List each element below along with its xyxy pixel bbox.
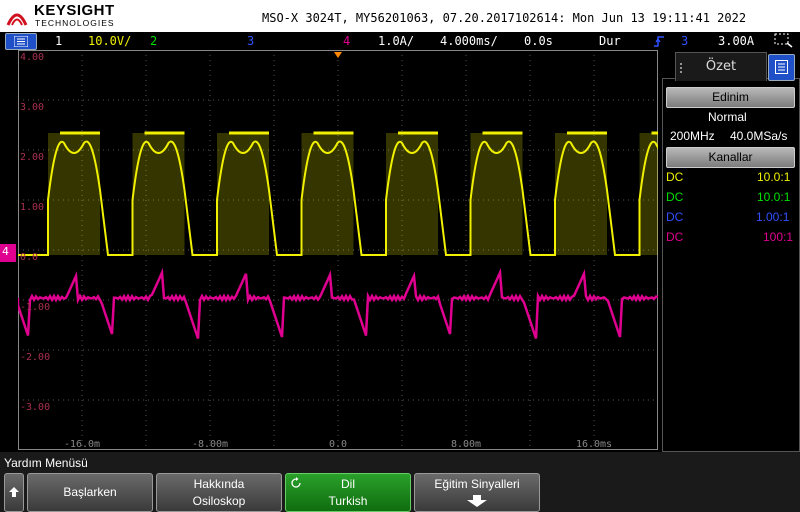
x-tick-label: -16.0m bbox=[64, 439, 100, 450]
brand-name: KEYSIGHT bbox=[34, 2, 115, 19]
sample-rate: 40.0MSa/s bbox=[730, 129, 788, 143]
acquisition-mode: Normal bbox=[708, 110, 747, 124]
run-mode[interactable]: Dur bbox=[599, 34, 621, 48]
ch4-coupling: DC bbox=[666, 230, 684, 244]
trigger-source[interactable]: 3 bbox=[681, 34, 688, 48]
ch4-number[interactable]: 4 bbox=[343, 34, 350, 48]
language-value: Turkish bbox=[328, 494, 368, 508]
instrument-title: MSO-X 3024T, MY56201063, 07.20.201710261… bbox=[262, 11, 747, 25]
timebase[interactable]: 4.000ms/ bbox=[440, 34, 498, 48]
bandwidth: 200MHz bbox=[670, 129, 715, 143]
trigger-edge-icon bbox=[654, 36, 664, 47]
y-tick-label: 3.00 bbox=[20, 102, 44, 113]
tab-summary[interactable]: Özet bbox=[675, 52, 767, 81]
training-signals-label: Eğitim Sinyalleri bbox=[434, 477, 520, 491]
tab-grip-icon bbox=[680, 63, 682, 73]
ch2-number[interactable]: 2 bbox=[150, 34, 157, 48]
ch3-number[interactable]: 3 bbox=[247, 34, 254, 48]
ch2-probe: 10.0:1 bbox=[757, 190, 791, 204]
summary-sidebar: Edinim Normal 200MHz 40.0MSa/s Kanallar … bbox=[660, 50, 800, 452]
y-tick-label: -2.00 bbox=[20, 352, 50, 363]
acquisition-button[interactable]: Edinim bbox=[666, 87, 795, 108]
training-signals-button[interactable]: Eğitim Sinyalleri bbox=[414, 473, 540, 512]
ch3-probe: 1.00:1 bbox=[756, 210, 790, 224]
y-tick-label: -1.00 bbox=[20, 302, 50, 313]
time-delay[interactable]: 0.0s bbox=[524, 34, 553, 48]
y-tick-label: 4.00 bbox=[20, 52, 44, 63]
x-tick-label: 16.0ms bbox=[576, 439, 612, 450]
arrow-up-icon bbox=[9, 487, 19, 497]
x-tick-label: 0.0 bbox=[329, 439, 347, 450]
ch4-probe: 100:1 bbox=[763, 230, 794, 244]
about-scope-button[interactable]: Hakkında Osiloskop bbox=[156, 473, 282, 512]
y-tick-label: -3.00 bbox=[20, 402, 50, 413]
sidebar-menu-button[interactable] bbox=[768, 54, 795, 81]
menu-back-button[interactable] bbox=[4, 473, 24, 512]
zoom-select-icon[interactable] bbox=[774, 33, 794, 48]
arrow-down-icon bbox=[467, 495, 487, 507]
ch1-coupling: DC bbox=[666, 170, 684, 184]
keysight-logo-icon bbox=[6, 13, 28, 26]
softkey-menu-title: Yardım Menüsü bbox=[4, 456, 88, 470]
menu-icon bbox=[775, 60, 788, 74]
getting-started-button[interactable]: Başlarken bbox=[27, 473, 153, 512]
y-tick-label: 0.0 bbox=[20, 252, 38, 263]
ch1-scale[interactable]: 10.0V/ bbox=[88, 34, 131, 48]
main-menu-button[interactable] bbox=[5, 33, 37, 50]
x-tick-label: -8.00m bbox=[192, 439, 228, 450]
language-label: Dil bbox=[341, 477, 355, 491]
status-bar: 1 10.0V/ 2 3 4 1.0A/ 4.000ms/ 0.0s Dur 3… bbox=[0, 32, 800, 50]
waveform-display[interactable]: 4.00 3.00 2.00 1.00 0.0 -1.00 -2.00 -3.00 -16.0… bbox=[18, 50, 658, 450]
title-bar: KEYSIGHT TECHNOLOGIES MSO-X 3024T, MY562… bbox=[0, 0, 800, 32]
y-tick-label: 1.00 bbox=[20, 202, 44, 213]
ch4-scale[interactable]: 1.0A/ bbox=[378, 34, 414, 48]
menu-icon bbox=[14, 36, 28, 47]
channels-button[interactable]: Kanallar bbox=[666, 147, 795, 168]
ch4-marker-label: 4 bbox=[2, 245, 9, 258]
y-tick-label: 2.00 bbox=[20, 152, 44, 163]
trigger-level[interactable]: 3.00A bbox=[718, 34, 754, 48]
about-label-line2: Osiloskop bbox=[192, 494, 246, 508]
about-label-line1: Hakkında bbox=[193, 477, 245, 491]
ch2-coupling: DC bbox=[666, 190, 684, 204]
ch1-probe: 10.0:1 bbox=[757, 170, 791, 184]
x-tick-label: 8.00m bbox=[451, 439, 481, 450]
ch1-number[interactable]: 1 bbox=[55, 34, 62, 48]
ch4-ground-marker[interactable]: 4 bbox=[0, 244, 16, 262]
brand-subtitle: TECHNOLOGIES bbox=[35, 18, 115, 28]
tab-summary-label: Özet bbox=[705, 59, 737, 74]
getting-started-label: Başlarken bbox=[63, 485, 117, 499]
language-button[interactable]: Dil Turkish bbox=[285, 473, 411, 512]
ch3-coupling: DC bbox=[666, 210, 684, 224]
